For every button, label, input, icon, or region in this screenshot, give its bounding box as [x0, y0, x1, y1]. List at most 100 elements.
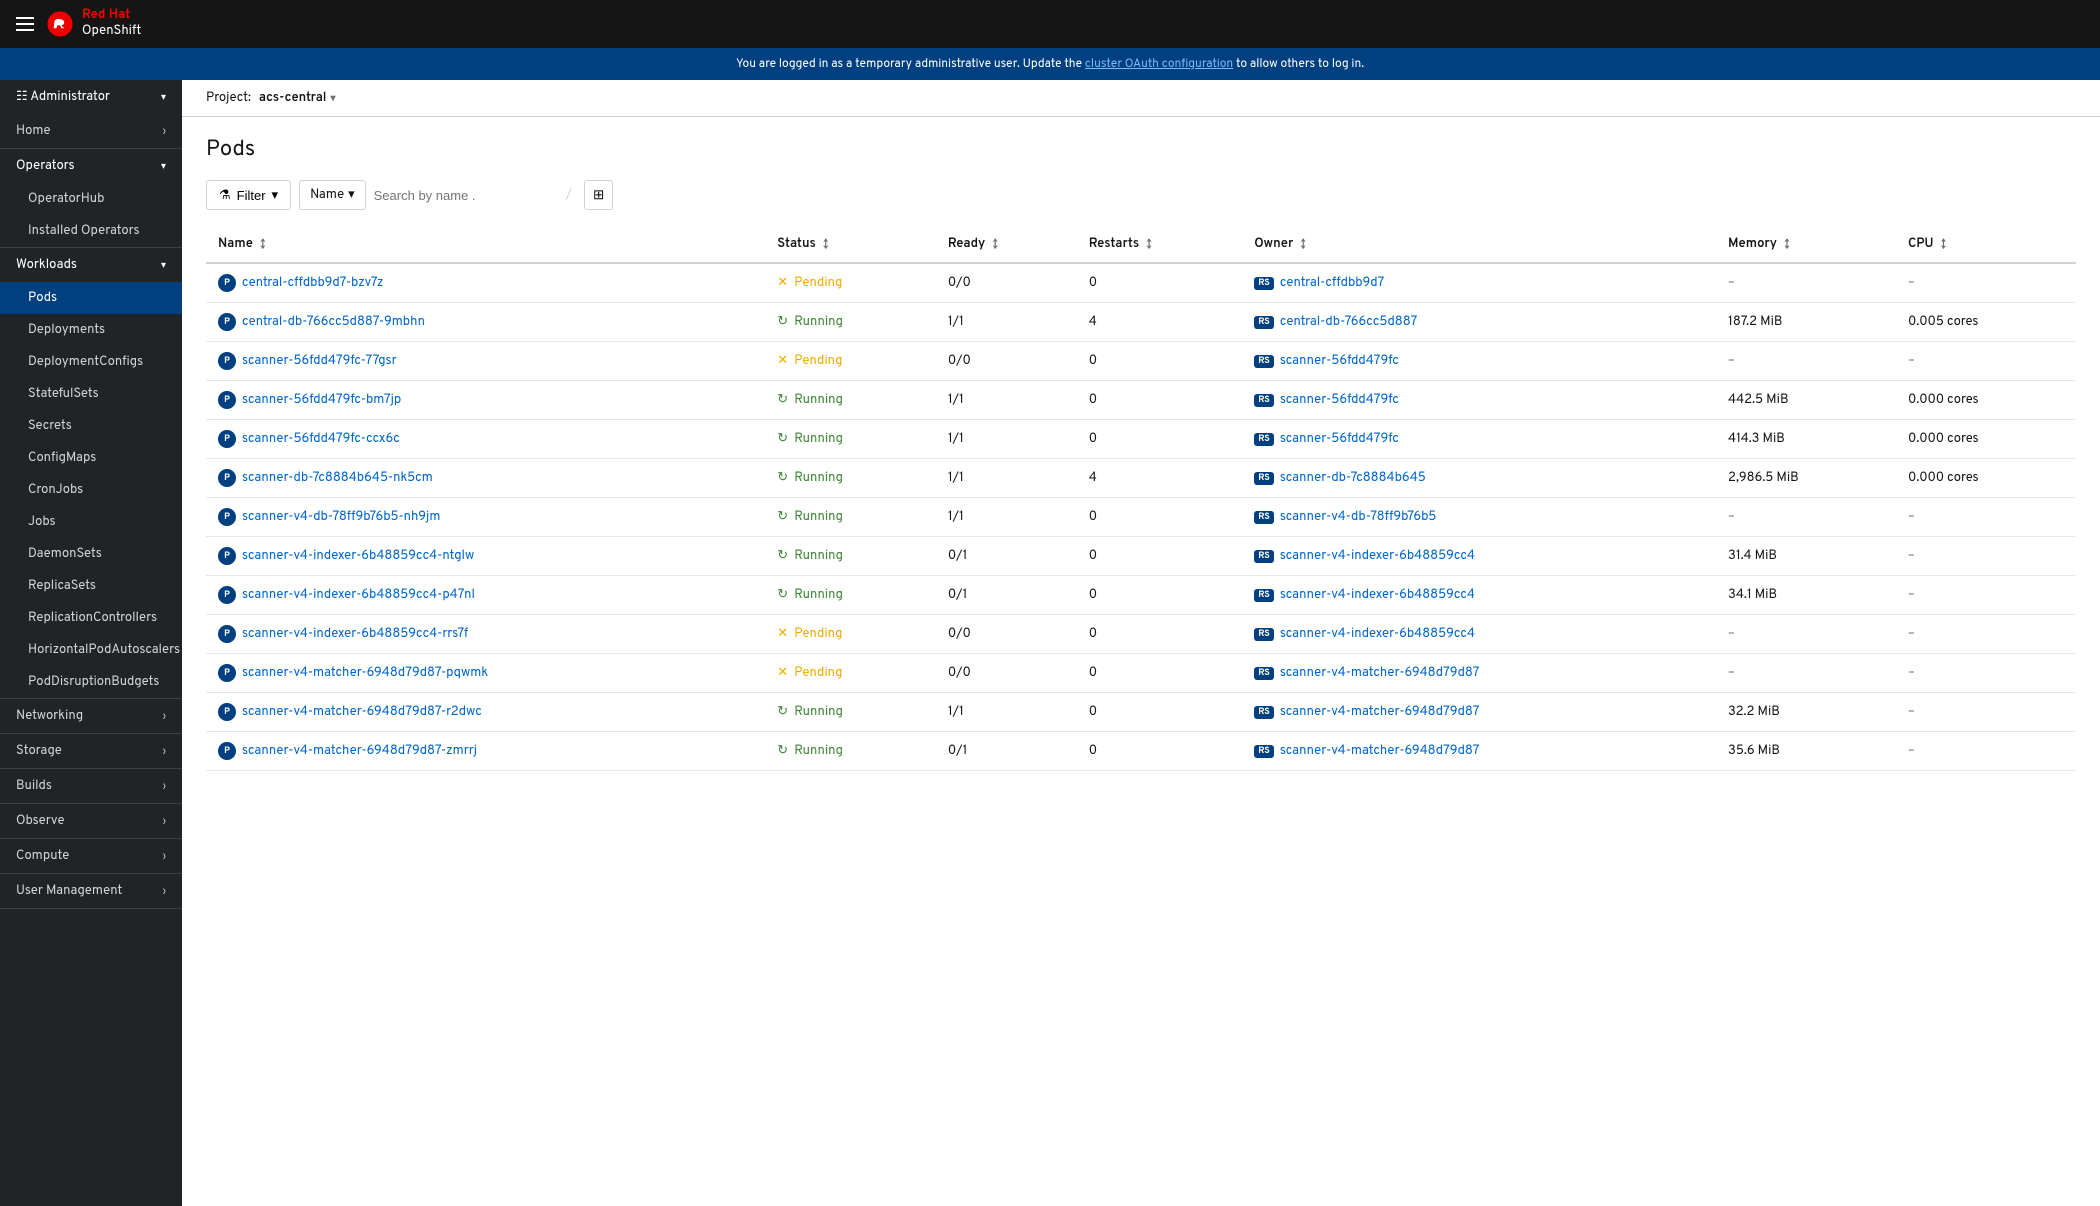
- pod-name-link[interactable]: scanner-v4-matcher-6948d79d87-r2dwc: [242, 704, 482, 720]
- table-row: P scanner-v4-matcher-6948d79d87-zmrrj ↻ …: [206, 732, 2076, 771]
- pod-restarts-cell: 0: [1077, 693, 1243, 732]
- table-row: P scanner-56fdd479fc-bm7jp ↻ Running 1/1…: [206, 381, 2076, 420]
- owner-link[interactable]: central-db-766cc5d887: [1280, 314, 1418, 330]
- owner-link[interactable]: scanner-56fdd479fc: [1280, 431, 1399, 447]
- sidebar-item-builds[interactable]: Builds ›: [0, 769, 182, 803]
- owner-badge: RS: [1254, 550, 1274, 563]
- col-cpu[interactable]: CPU ↕: [1896, 226, 2076, 263]
- redhat-logo: [46, 10, 74, 38]
- sidebar-item-compute[interactable]: Compute ›: [0, 839, 182, 873]
- owner-link[interactable]: central-cffdbb9d7: [1280, 275, 1384, 291]
- sidebar-section-networking: Networking ›: [0, 699, 182, 734]
- pod-name-link[interactable]: scanner-v4-indexer-6b48859cc4-p47nl: [242, 587, 475, 603]
- sidebar-section-compute: Compute ›: [0, 839, 182, 874]
- project-selector[interactable]: acs-central ▾: [259, 90, 336, 106]
- sidebar-item-replicasets[interactable]: ReplicaSets: [0, 570, 182, 602]
- pod-name-link[interactable]: central-cffdbb9d7-bzv7z: [242, 275, 383, 291]
- sidebar-item-secrets[interactable]: Secrets: [0, 410, 182, 442]
- name-filter: Name ▾: [299, 180, 366, 210]
- pod-name-cell: P scanner-v4-indexer-6b48859cc4-p47nl: [206, 576, 765, 615]
- ready-sort-icon: ↕: [992, 238, 997, 252]
- sidebar-item-pdb[interactable]: PodDisruptionBudgets: [0, 666, 182, 698]
- sidebar-item-deployments[interactable]: Deployments: [0, 314, 182, 346]
- table-row: P scanner-v4-indexer-6b48859cc4-rrs7f ✕ …: [206, 615, 2076, 654]
- sidebar-item-workloads[interactable]: Workloads ▾: [0, 248, 182, 282]
- memory-value: 34.1 MiB: [1728, 587, 1777, 603]
- sidebar-item-daemonsets[interactable]: DaemonSets: [0, 538, 182, 570]
- sidebar-item-observe[interactable]: Observe ›: [0, 804, 182, 838]
- sidebar-item-networking[interactable]: Networking ›: [0, 699, 182, 733]
- status-text: Running: [794, 470, 843, 486]
- status-text: Pending: [794, 665, 842, 681]
- name-sort-icon: ↕: [260, 238, 265, 252]
- pod-memory-cell: –: [1716, 263, 1896, 303]
- owner-link[interactable]: scanner-v4-matcher-6948d79d87: [1280, 665, 1480, 681]
- search-input[interactable]: [374, 188, 554, 203]
- owner-link[interactable]: scanner-56fdd479fc: [1280, 392, 1399, 408]
- pod-memory-cell: –: [1716, 654, 1896, 693]
- owner-link[interactable]: scanner-v4-indexer-6b48859cc4: [1280, 587, 1475, 603]
- owner-badge: RS: [1254, 706, 1274, 719]
- sidebar-item-usermgmt[interactable]: User Management ›: [0, 874, 182, 908]
- sidebar-item-storage[interactable]: Storage ›: [0, 734, 182, 768]
- oauth-config-link[interactable]: cluster OAuth configuration: [1085, 56, 1233, 72]
- sidebar-item-pods[interactable]: Pods: [0, 282, 182, 314]
- columns-button[interactable]: ⊞: [584, 180, 613, 210]
- pods-table: Name ↕ Status ↕ Ready ↕ Restarts ↕ Owner…: [206, 226, 2076, 771]
- pod-owner-cell: RS scanner-v4-matcher-6948d79d87: [1242, 693, 1716, 732]
- pod-ready-cell: 0/0: [936, 263, 1077, 303]
- pod-name-link[interactable]: scanner-v4-db-78ff9b76b5-nh9jm: [242, 509, 440, 525]
- pod-name-link[interactable]: scanner-56fdd479fc-ccx6c: [242, 431, 400, 447]
- col-restarts[interactable]: Restarts ↕: [1077, 226, 1243, 263]
- owner-sort-icon: ↕: [1300, 238, 1305, 252]
- pod-icon: P: [218, 742, 236, 760]
- sidebar-item-operators[interactable]: Operators ▾: [0, 149, 182, 183]
- sidebar-item-replicationcontrollers[interactable]: ReplicationControllers: [0, 602, 182, 634]
- pod-name-link[interactable]: scanner-db-7c8884b645-nk5cm: [242, 470, 433, 486]
- search-divider: /: [566, 187, 572, 203]
- sidebar-item-statefulsets[interactable]: StatefulSets: [0, 378, 182, 410]
- owner-link[interactable]: scanner-v4-indexer-6b48859cc4: [1280, 626, 1475, 642]
- pod-name-link[interactable]: central-db-766cc5d887-9mbhn: [242, 314, 425, 330]
- pod-name-link[interactable]: scanner-v4-matcher-6948d79d87-pqwmk: [242, 665, 488, 681]
- pod-restarts-cell: 0: [1077, 654, 1243, 693]
- pod-name-cell: P scanner-56fdd479fc-77gsr: [206, 342, 765, 381]
- sidebar-item-configmaps[interactable]: ConfigMaps: [0, 442, 182, 474]
- pod-name-link[interactable]: scanner-56fdd479fc-77gsr: [242, 353, 397, 369]
- hamburger-menu[interactable]: [16, 17, 34, 31]
- sidebar-role[interactable]: ☷ Administrator ▾: [0, 80, 182, 114]
- owner-link[interactable]: scanner-v4-matcher-6948d79d87: [1280, 704, 1480, 720]
- name-filter-label: Name: [310, 187, 344, 203]
- pod-name-link[interactable]: scanner-56fdd479fc-bm7jp: [242, 392, 401, 408]
- sidebar-item-installed-operators[interactable]: Installed Operators: [0, 215, 182, 247]
- col-name[interactable]: Name ↕: [206, 226, 765, 263]
- col-owner[interactable]: Owner ↕: [1242, 226, 1716, 263]
- status-icon: ↻: [777, 431, 788, 447]
- pod-icon: P: [218, 313, 236, 331]
- pod-name-link[interactable]: scanner-v4-indexer-6b48859cc4-ntglw: [242, 548, 474, 564]
- sidebar-item-home[interactable]: Home ›: [0, 114, 182, 148]
- pod-name-link[interactable]: scanner-v4-matcher-6948d79d87-zmrrj: [242, 743, 477, 759]
- pod-name-link[interactable]: scanner-v4-indexer-6b48859cc4-rrs7f: [242, 626, 468, 642]
- owner-link[interactable]: scanner-db-7c8884b645: [1280, 470, 1426, 486]
- sidebar-item-cronjobs[interactable]: CronJobs: [0, 474, 182, 506]
- sidebar-item-operatorhub[interactable]: OperatorHub: [0, 183, 182, 215]
- sidebar-item-jobs[interactable]: Jobs: [0, 506, 182, 538]
- pod-cpu-cell: –: [1896, 342, 2076, 381]
- pods-tbody: P central-cffdbb9d7-bzv7z ✕ Pending 0/0 …: [206, 263, 2076, 771]
- col-status[interactable]: Status ↕: [765, 226, 936, 263]
- sidebar-item-deploymentconfigs[interactable]: DeploymentConfigs: [0, 346, 182, 378]
- filter-button[interactable]: ⚗ Filter ▾: [206, 180, 291, 210]
- pod-icon: P: [218, 586, 236, 604]
- owner-link[interactable]: scanner-v4-indexer-6b48859cc4: [1280, 548, 1475, 564]
- col-ready[interactable]: Ready ↕: [936, 226, 1077, 263]
- status-text: Running: [794, 392, 843, 408]
- col-memory[interactable]: Memory ↕: [1716, 226, 1896, 263]
- pod-restarts-cell: 0: [1077, 498, 1243, 537]
- pod-ready-cell: 0/1: [936, 537, 1077, 576]
- owner-link[interactable]: scanner-v4-matcher-6948d79d87: [1280, 743, 1480, 759]
- pod-status-cell: ↻ Running: [765, 732, 936, 771]
- owner-link[interactable]: scanner-56fdd479fc: [1280, 353, 1399, 369]
- sidebar-item-hpa[interactable]: HorizontalPodAutoscalers: [0, 634, 182, 666]
- owner-link[interactable]: scanner-v4-db-78ff9b76b5: [1280, 509, 1437, 525]
